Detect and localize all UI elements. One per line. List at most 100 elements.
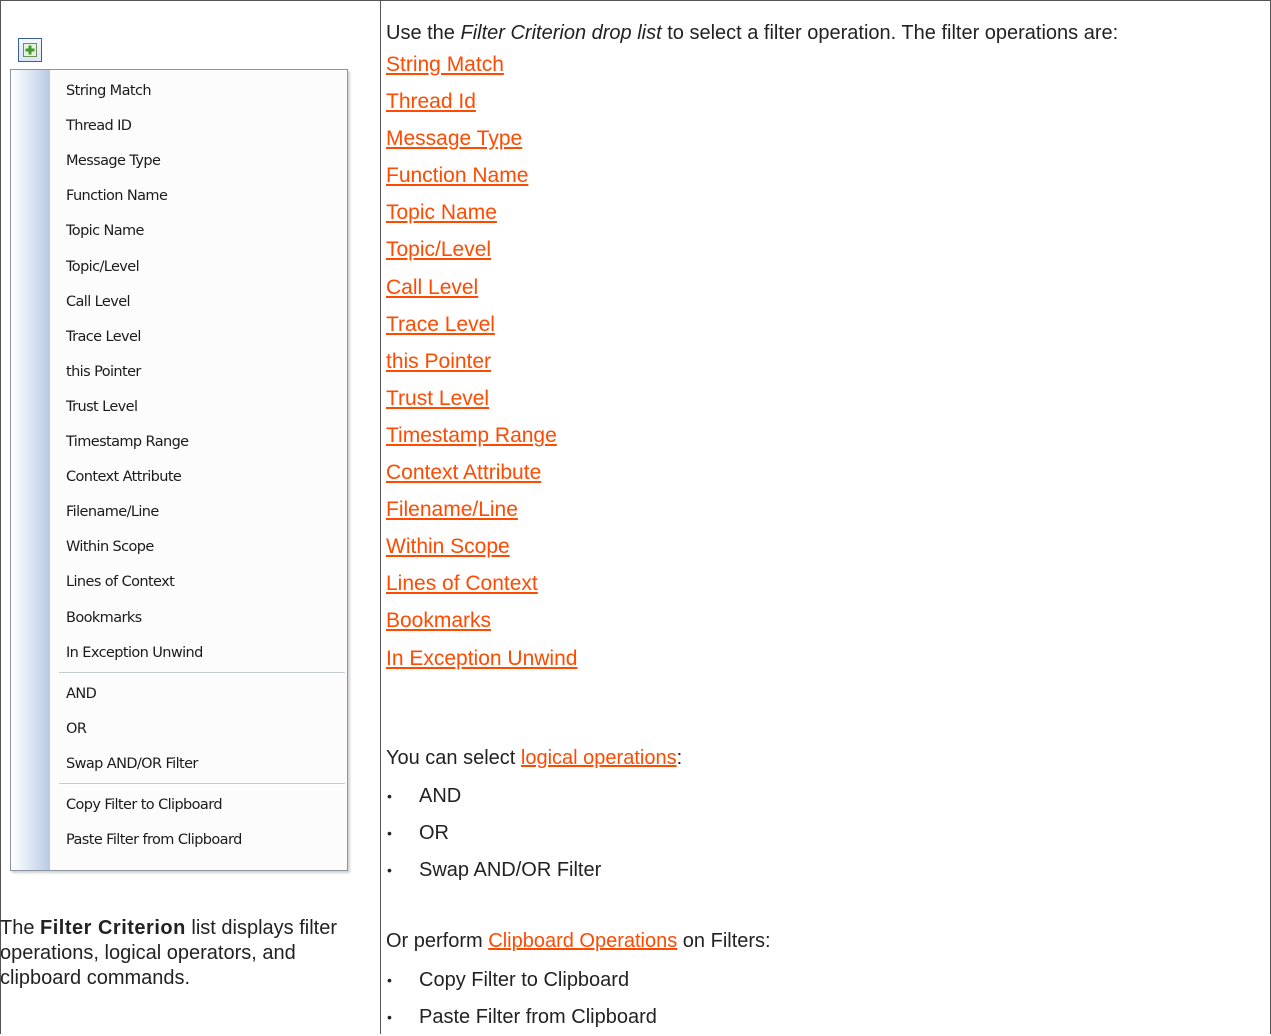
bullet-text: Copy Filter to Clipboard [419,969,630,991]
menu-separator [59,783,345,785]
bullet-text: Paste Filter from Clipboard [419,1006,657,1028]
menu-item-filename-line[interactable]: Filename/Line [50,495,347,530]
menu-item-call-level[interactable]: Call Level [50,285,347,320]
bullet-item: • Paste Filter from Clipboard [386,999,657,1036]
filter-link-filename-line[interactable]: Filename/Line [386,498,518,521]
filter-link-lines-of-context[interactable]: Lines of Context [386,572,538,595]
column-divider [380,0,381,1034]
bullet-text: Swap AND/OR Filter [419,859,602,881]
intro-after: to select a filter operation. The filter… [661,22,1119,44]
bullet-item: • AND [386,778,601,815]
menu-item-topic-level[interactable]: Topic/Level [50,250,347,285]
menu-item-within-scope[interactable]: Within Scope [50,530,347,565]
filter-link-this-pointer[interactable]: this Pointer [386,350,491,373]
description-column: Use the Filter Criterion drop list to se… [386,20,1256,1028]
filter-link-string-match[interactable]: String Match [386,53,504,76]
logical-bullet-list: • AND • OR • Swap AND/OR Filter [386,778,601,889]
filter-link-thread-id[interactable]: Thread Id [386,90,476,113]
table-border-top [0,0,1271,1]
bullet-icon: • [387,862,392,878]
filter-link-item: Function Name [386,157,1256,194]
caption-bold-term: Filter Criterion [40,917,186,939]
bullet-item: • Swap AND/OR Filter [386,852,601,889]
menu-item-lines-of-context[interactable]: Lines of Context [50,565,347,600]
filter-link-item: Trust Level [386,380,1256,417]
filter-link-item: this Pointer [386,343,1256,380]
filter-link-item: In Exception Unwind [386,640,1256,677]
filter-link-timestamp-range[interactable]: Timestamp Range [386,424,557,447]
menu-item-string-match[interactable]: String Match [50,74,347,109]
caption-prefix: The [0,917,41,939]
add-filter-icon [23,43,37,57]
bullet-icon: • [387,972,392,988]
filter-link-item: Lines of Context [386,565,1256,602]
bullet-item: • Copy Filter to Clipboard [386,962,657,999]
clipboard-paragraph: Or perform Clipboard Operations on Filte… [386,928,771,954]
bullet-item: • OR [386,815,601,852]
filter-link-item: Thread Id [386,83,1256,120]
filter-criterion-menu: String Match Thread ID Message Type Functio… [10,69,348,871]
intro-paragraph: Use the Filter Criterion drop list to se… [386,20,1256,46]
menu-item-timestamp-range[interactable]: Timestamp Range [50,425,347,460]
menu-item-context-attribute[interactable]: Context Attribute [50,460,347,495]
menu-item-paste-filter-from-clipboard[interactable]: Paste Filter from Clipboard [50,823,347,858]
logical-paragraph: You can select logical operations: [386,745,682,771]
filter-link-item: Call Level [386,269,1256,306]
menu-item-trust-level[interactable]: Trust Level [50,390,347,425]
filter-link-topic-level[interactable]: Topic/Level [386,238,491,261]
menu-item-topic-name[interactable]: Topic Name [50,214,347,249]
menu-item-in-exception-unwind[interactable]: In Exception Unwind [50,636,347,671]
filter-link-in-exception-unwind[interactable]: In Exception Unwind [386,647,577,670]
intro-before: Use the [386,22,461,44]
filter-link-trace-level[interactable]: Trace Level [386,313,495,336]
logical-operations-link[interactable]: logical operations [521,747,677,769]
filter-link-topic-name[interactable]: Topic Name [386,201,497,224]
menu-item-copy-filter-to-clipboard[interactable]: Copy Filter to Clipboard [50,788,347,823]
filter-link-item: Within Scope [386,528,1256,565]
clipboard-after: on Filters: [677,930,771,952]
filter-link-context-attribute[interactable]: Context Attribute [386,461,541,484]
bullet-text: AND [419,785,462,807]
clipboard-operations-link[interactable]: Clipboard Operations [488,930,677,952]
filter-link-message-type[interactable]: Message Type [386,127,522,150]
bullet-icon: • [387,1009,392,1025]
menu-item-thread-id[interactable]: Thread ID [50,109,347,144]
clipboard-before: Or perform [386,930,489,952]
filter-link-item: Context Attribute [386,454,1256,491]
filter-link-trust-level[interactable]: Trust Level [386,387,489,410]
add-filter-button[interactable] [18,38,42,62]
menu-item-message-type[interactable]: Message Type [50,144,347,179]
filter-link-item: Timestamp Range [386,417,1256,454]
filter-link-item: Bookmarks [386,602,1256,639]
menu-item-bookmarks[interactable]: Bookmarks [50,601,347,636]
bullet-text: OR [419,822,449,844]
menu-separator [59,671,345,674]
document-table: String Match Thread ID Message Type Functio… [0,0,1271,1034]
filter-link-item: String Match [386,46,1256,83]
filter-link-function-name[interactable]: Function Name [386,164,528,187]
filter-link-bookmarks[interactable]: Bookmarks [386,609,491,632]
filter-link-within-scope[interactable]: Within Scope [386,535,510,558]
logical-before: You can select [386,747,521,769]
filter-link-call-level[interactable]: Call Level [386,276,478,299]
bullet-icon: • [387,788,392,804]
menu-icon-gutter [11,70,50,870]
intro-italic-term: Filter Criterion drop list [460,22,662,44]
filter-link-item: Topic Name [386,194,1256,231]
bullet-icon: • [387,825,392,841]
table-border-left [0,0,1,1034]
filter-link-item: Topic/Level [386,231,1256,268]
menu-item-or[interactable]: OR [50,712,347,747]
menu-item-trace-level[interactable]: Trace Level [50,320,347,355]
filter-link-item: Message Type [386,120,1256,157]
menu-item-and[interactable]: AND [50,677,347,712]
menu-item-this-pointer[interactable]: this Pointer [50,355,347,390]
menu-item-function-name[interactable]: Function Name [50,179,347,214]
logical-after: : [676,747,683,769]
figure-caption: The Filter Criterion list displays filte… [0,916,360,991]
menu-item-swap-and-or-filter[interactable]: Swap AND/OR Filter [50,747,347,782]
filter-link-item: Trace Level [386,306,1256,343]
clipboard-bullet-list: • Copy Filter to Clipboard • Paste Filter f… [386,962,657,1036]
filter-link-item: Filename/Line [386,491,1256,528]
filter-operation-links: String Match Thread Id Message Type Functio… [386,46,1256,677]
